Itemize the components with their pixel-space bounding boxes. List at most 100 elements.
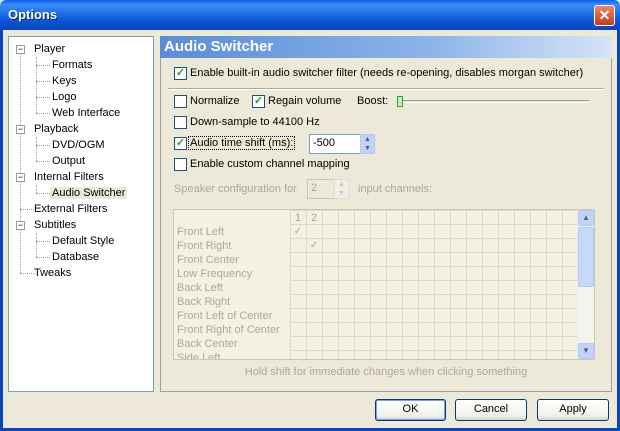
tree-line — [20, 49, 21, 273]
regain-volume-checkbox[interactable]: ✓ — [252, 95, 265, 108]
panel-header: Audio Switcher — [160, 36, 612, 58]
ok-button[interactable]: OK — [375, 399, 446, 421]
tree-item-web-interface[interactable]: Web Interface — [50, 106, 122, 121]
tree-item-internal-filters[interactable]: Internal Filters — [32, 170, 106, 185]
channel-row-label: Front Left of Center — [177, 310, 273, 322]
panel-title: Audio Switcher — [164, 38, 274, 55]
tree-item-output[interactable]: Output — [50, 154, 87, 169]
tree-line — [36, 81, 50, 82]
channel-row-label: Back Center — [177, 338, 238, 350]
boost-slider-thumb[interactable] — [397, 96, 403, 107]
tree-line — [36, 185, 37, 193]
mapping-check-icon[interactable]: ✓ — [290, 226, 306, 237]
checkmark-icon: ✓ — [175, 137, 186, 149]
tree-item-label: Output — [52, 155, 86, 167]
tree-line — [36, 241, 50, 242]
tree-item-label: Database — [52, 251, 100, 263]
tree-item-keys[interactable]: Keys — [50, 74, 78, 89]
tree-item-tweaks[interactable]: Tweaks — [32, 266, 73, 281]
column-header: 1 — [294, 212, 302, 224]
enable-switcher-label[interactable]: Enable built-in audio switcher filter (n… — [190, 67, 583, 79]
enable-switcher-checkbox[interactable]: ✓ — [174, 67, 187, 80]
separator — [168, 88, 604, 90]
tree-line — [36, 137, 37, 161]
apply-button[interactable]: Apply — [537, 399, 609, 421]
tree-item-subtitles[interactable]: Subtitles — [32, 218, 78, 233]
input-channels-label: input channels: — [358, 183, 432, 195]
downsample-checkbox[interactable] — [174, 116, 187, 129]
spin-up-icon[interactable]: ▲ — [361, 135, 374, 144]
spin-down-icon[interactable]: ▼ — [335, 189, 348, 198]
tree-line — [36, 145, 50, 146]
tree-item-logo[interactable]: Logo — [50, 90, 78, 105]
boost-slider-track[interactable] — [399, 100, 589, 103]
collapse-icon[interactable]: − — [16, 173, 25, 182]
custom-mapping-checkbox[interactable] — [174, 158, 187, 171]
custom-mapping-label[interactable]: Enable custom channel mapping — [190, 158, 350, 170]
channel-row-label: Front Right of Center — [177, 324, 280, 336]
collapse-icon[interactable]: − — [16, 45, 25, 54]
mapping-check-icon[interactable]: ✓ — [306, 240, 322, 251]
grid-scrollbar[interactable]: ▲ ▼ — [577, 210, 594, 359]
channel-row-label: Side Left — [177, 352, 221, 360]
collapse-icon[interactable]: − — [16, 221, 25, 230]
tree-item-label: Audio Switcher — [50, 187, 128, 199]
channel-row-label: Front Left — [177, 226, 225, 238]
tree-item-formats[interactable]: Formats — [50, 58, 94, 73]
regain-volume-label[interactable]: Regain volume — [268, 95, 341, 107]
tree-item-playback[interactable]: Playback — [32, 122, 81, 137]
channel-mapping-grid[interactable]: 1 2 Front Left Front Right Front Center … — [173, 209, 595, 360]
tree-line — [36, 233, 37, 257]
cancel-button[interactable]: Cancel — [455, 399, 527, 421]
speaker-config-spinner[interactable]: ▲ ▼ — [334, 179, 349, 199]
tree-line — [36, 193, 50, 194]
options-tree[interactable]: − − − − Player Formats Keys Logo Web Int… — [8, 36, 154, 392]
tree-item-player[interactable]: Player — [32, 42, 67, 57]
tree-item-label: Tweaks — [34, 267, 72, 279]
normalize-label[interactable]: Normalize — [190, 95, 240, 107]
tree-item-external-filters[interactable]: External Filters — [32, 202, 109, 217]
tree-item-label: Player — [34, 43, 66, 55]
channel-row-label: Back Left — [177, 282, 223, 294]
tree-item-label: Web Interface — [52, 107, 121, 119]
normalize-checkbox[interactable] — [174, 95, 187, 108]
tree-line — [36, 257, 50, 258]
time-shift-input[interactable]: -500 — [309, 134, 361, 154]
channel-row-label: Back Right — [177, 296, 231, 308]
grid-lines — [290, 210, 582, 359]
tree-item-label: Playback — [34, 123, 79, 135]
checkmark-icon: ✓ — [253, 95, 264, 107]
tree-item-audio-switcher[interactable]: Audio Switcher — [50, 186, 128, 201]
close-button[interactable]: ✕ — [594, 5, 615, 26]
tree-item-label: Formats — [52, 59, 93, 71]
channel-row-label: Front Center — [177, 254, 239, 266]
tree-item-default-style[interactable]: Default Style — [50, 234, 116, 249]
time-shift-spinner[interactable]: ▲ ▼ — [360, 134, 375, 154]
tree-item-label: External Filters — [34, 203, 108, 215]
tree-item-dvd-ogm[interactable]: DVD/OGM — [50, 138, 107, 153]
tree-item-database[interactable]: Database — [50, 250, 101, 265]
title-bar[interactable]: Options ✕ — [0, 0, 620, 30]
time-shift-checkbox[interactable]: ✓ — [174, 137, 187, 150]
time-shift-label[interactable]: Audio time shift (ms): — [188, 136, 296, 150]
tree-line — [36, 65, 50, 66]
tree-item-label: Internal Filters — [34, 171, 104, 183]
collapse-icon[interactable]: − — [16, 125, 25, 134]
tree-item-label: Subtitles — [34, 219, 77, 231]
speaker-config-label: Speaker configuration for — [174, 183, 297, 195]
tree-line — [36, 97, 50, 98]
scroll-up-icon[interactable]: ▲ — [578, 210, 594, 226]
spin-down-icon[interactable]: ▼ — [361, 144, 374, 153]
downsample-label[interactable]: Down-sample to 44100 Hz — [190, 116, 320, 128]
tree-line — [36, 161, 50, 162]
tree-item-label: DVD/OGM — [52, 139, 105, 151]
channel-row-label: Low Frequency — [177, 268, 253, 280]
boost-label: Boost: — [357, 95, 389, 107]
checkmark-icon: ✓ — [175, 67, 186, 79]
spin-up-icon[interactable]: ▲ — [335, 180, 348, 189]
tree-item-label: Default Style — [52, 235, 115, 247]
tree-item-label: Logo — [52, 91, 77, 103]
speaker-config-input[interactable]: 2 — [307, 179, 335, 199]
scroll-thumb[interactable] — [578, 227, 594, 287]
scroll-down-icon[interactable]: ▼ — [578, 343, 594, 359]
